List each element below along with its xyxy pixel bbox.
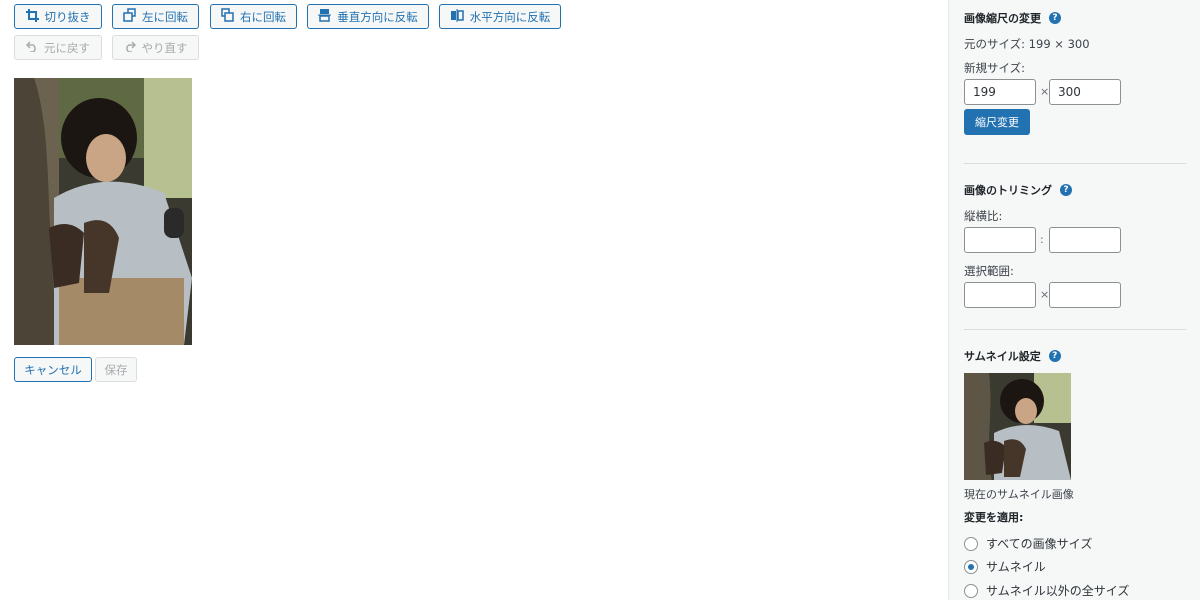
original-size-text: 元のサイズ: 199 × 300 <box>964 37 1090 51</box>
apply-changes-label: 変更を適用: <box>964 511 1024 524</box>
aspect-ratio-sep: : <box>1040 233 1044 246</box>
crop-label: 切り抜き <box>44 9 91 24</box>
redo-icon <box>124 40 136 55</box>
aspect-ratio-label: 縦横比: <box>964 209 1003 223</box>
selection-sep: × <box>1040 288 1050 301</box>
save-button[interactable]: 保存 <box>95 357 137 382</box>
save-label: 保存 <box>104 362 128 377</box>
crop-section-title: 画像のトリミング ? <box>964 182 1072 198</box>
aspect-ratio-height-input[interactable] <box>1049 227 1121 253</box>
flip-horizontal-button[interactable]: 水平方向に反転 <box>439 4 561 29</box>
flip-vertical-button[interactable]: 垂直方向に反転 <box>307 4 429 29</box>
crop-title-text: 画像のトリミング <box>964 184 1052 197</box>
thumbnail-preview <box>964 373 1071 480</box>
selection-label: 選択範囲: <box>964 264 1014 278</box>
rotate-left-icon <box>123 8 136 25</box>
scale-title-text: 画像縮尺の変更 <box>964 12 1041 25</box>
apply-option-all-except-thumbnail[interactable]: サムネイル以外の全サイズ <box>964 582 1129 599</box>
option-label: サムネイル以外の全サイズ <box>986 584 1130 598</box>
undo-button[interactable]: 元に戻す <box>14 35 102 60</box>
help-icon[interactable]: ? <box>1049 12 1061 24</box>
thumbnail-caption: 現在のサムネイル画像 <box>964 488 1074 501</box>
image-settings-sidebar: 画像縮尺の変更 ? 元のサイズ: 199 × 300 新規サイズ: × 縮尺変更… <box>948 0 1200 600</box>
divider <box>964 163 1186 164</box>
rotate-left-button[interactable]: 左に回転 <box>112 4 199 29</box>
editable-image[interactable] <box>14 78 192 345</box>
scale-height-input[interactable] <box>1049 79 1121 105</box>
apply-option-thumbnail[interactable]: サムネイル <box>964 558 1046 575</box>
rotate-right-button[interactable]: 右に回転 <box>210 4 297 29</box>
rotate-right-label: 右に回転 <box>240 9 286 24</box>
crop-button[interactable]: 切り抜き <box>14 4 102 29</box>
cancel-button[interactable]: キャンセル <box>14 357 92 382</box>
flip-vertical-icon <box>318 8 332 25</box>
selection-height-input[interactable] <box>1049 282 1121 308</box>
undo-label: 元に戻す <box>44 40 90 55</box>
redo-label: やり直す <box>141 40 188 55</box>
redo-button[interactable]: やり直す <box>112 35 199 60</box>
new-size-label: 新規サイズ: <box>964 61 1026 75</box>
scale-section-title: 画像縮尺の変更 ? <box>964 10 1061 26</box>
radio-button[interactable] <box>964 583 978 598</box>
flip-horizontal-icon <box>450 8 464 25</box>
option-label: すべての画像サイズ <box>986 537 1093 551</box>
help-icon[interactable]: ? <box>1060 184 1072 196</box>
radio-button-selected[interactable] <box>964 559 978 574</box>
undo-icon <box>25 40 38 55</box>
crop-icon <box>25 8 39 25</box>
help-icon[interactable]: ? <box>1048 350 1061 362</box>
divider <box>964 329 1186 330</box>
scale-times-sep: × <box>1040 85 1050 98</box>
option-label: サムネイル <box>986 560 1046 574</box>
flip-vertical-label: 垂直方向に反転 <box>337 9 418 24</box>
thumbnail-title-text: サムネイル設定 <box>964 350 1041 363</box>
selection-width-input[interactable] <box>964 282 1036 308</box>
flip-horizontal-label: 水平方向に反転 <box>469 9 551 24</box>
image-editor-main: 切り抜き 左に回転 右に回転 垂直方向に反転 水平方向に反転 元に戻す やり直す… <box>0 0 948 600</box>
cancel-label: キャンセル <box>24 362 82 377</box>
radio-button[interactable] <box>964 536 978 551</box>
scale-button[interactable]: 縮尺変更 <box>964 109 1030 135</box>
apply-option-all-sizes[interactable]: すべての画像サイズ <box>964 535 1092 552</box>
rotate-right-icon <box>221 8 234 25</box>
thumbnail-section-title: サムネイル設定 ? <box>964 348 1061 364</box>
aspect-ratio-width-input[interactable] <box>964 227 1036 253</box>
rotate-left-label: 左に回転 <box>142 9 188 24</box>
scale-width-input[interactable] <box>964 79 1036 105</box>
